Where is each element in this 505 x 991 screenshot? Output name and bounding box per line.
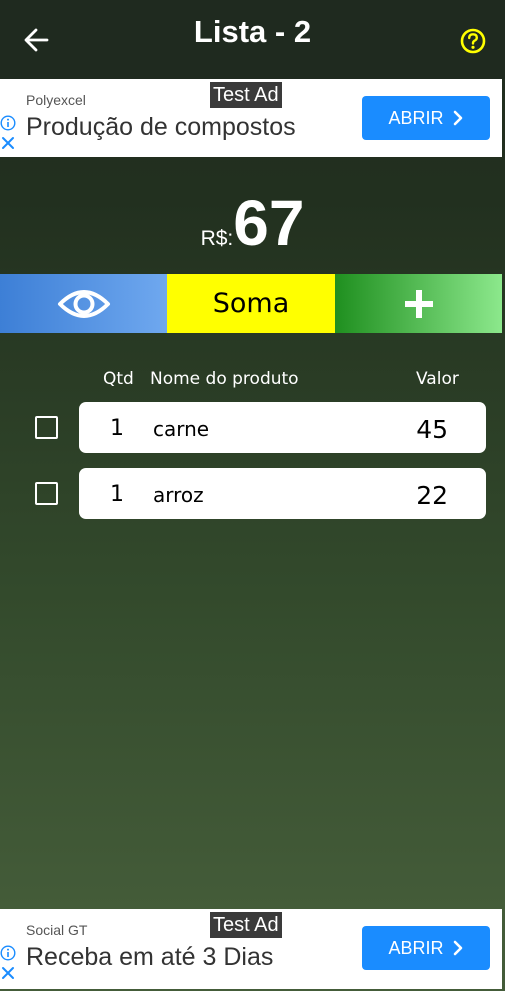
ad-brand: Polyexcel <box>26 92 86 108</box>
ad-open-button[interactable]: ABRIR <box>362 96 490 140</box>
item-qty: 1 <box>110 416 124 441</box>
view-button[interactable] <box>0 274 167 333</box>
ad-banner-bottom[interactable]: Social GT Test Ad Receba em até 3 Dias A… <box>0 909 502 989</box>
ad-open-button[interactable]: ABRIR <box>362 926 490 970</box>
item-checkbox[interactable] <box>35 416 58 439</box>
chevron-right-icon <box>453 940 462 956</box>
chevron-right-icon <box>453 110 462 126</box>
ad-open-label: ABRIR <box>388 937 444 958</box>
ad-open-label: ABRIR <box>388 107 444 128</box>
top-app-bar: Lista - 2 <box>0 0 505 79</box>
page-title: Lista - 2 <box>193 14 312 49</box>
help-circle-icon <box>460 28 486 54</box>
test-ad-label: Test Ad <box>210 912 282 938</box>
column-header-value: Valor <box>416 369 459 389</box>
help-button[interactable] <box>458 26 488 56</box>
item-qty: 1 <box>110 482 124 507</box>
item-value: 22 <box>416 481 448 510</box>
add-item-button[interactable] <box>335 274 502 333</box>
column-header-name: Nome do produto <box>150 369 299 389</box>
total-amount: 67 <box>233 187 305 259</box>
item-checkbox[interactable] <box>35 482 58 505</box>
list-item: 1 carne 45 <box>0 402 505 453</box>
eye-icon <box>57 289 110 318</box>
sum-button[interactable]: Soma <box>167 274 335 333</box>
close-icon[interactable] <box>1 136 15 150</box>
column-header-qty: Qtd <box>103 369 134 389</box>
item-card[interactable]: 1 arroz 22 <box>79 468 486 519</box>
ad-headline: Receba em até 3 Dias <box>26 943 274 971</box>
item-name: arroz <box>153 483 204 507</box>
ad-headline: Produção de compostos <box>26 113 296 141</box>
total-display: R$:67 <box>0 188 505 258</box>
info-icon[interactable] <box>0 115 16 131</box>
plus-icon <box>404 289 433 318</box>
ad-brand: Social GT <box>26 922 88 938</box>
list-item: 1 arroz 22 <box>0 468 505 519</box>
ad-banner-top[interactable]: Polyexcel Test Ad Produção de compostos … <box>0 79 502 157</box>
action-bar: Soma <box>0 274 502 333</box>
item-card[interactable]: 1 carne 45 <box>79 402 486 453</box>
item-value: 45 <box>416 415 448 444</box>
item-name: carne <box>153 417 210 441</box>
info-icon[interactable] <box>0 945 16 961</box>
test-ad-label: Test Ad <box>210 82 282 108</box>
close-icon[interactable] <box>1 966 15 980</box>
currency-label: R$: <box>200 227 234 250</box>
